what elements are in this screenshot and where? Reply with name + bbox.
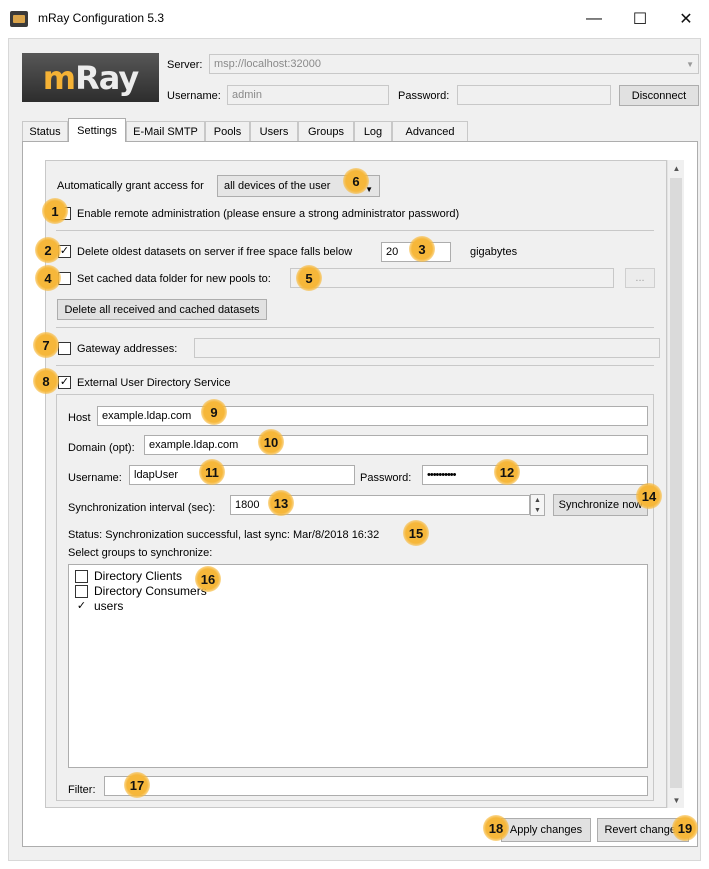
callout-badge: 9	[201, 399, 227, 425]
minimize-button[interactable]: —	[571, 4, 617, 34]
tab-groups[interactable]: Groups	[298, 121, 354, 141]
browse-button[interactable]: ...	[625, 268, 655, 288]
callout-badge: 14	[636, 483, 662, 509]
cache-folder-label: Set cached data folder for new pools to:	[77, 273, 271, 285]
callout-badge: 4	[35, 265, 61, 291]
scroll-down-icon[interactable]: ▼	[668, 792, 685, 808]
ldap-password-input[interactable]: ••••••••••	[422, 465, 648, 485]
tab-pools[interactable]: Pools	[205, 121, 250, 141]
callout-badge: 18	[483, 815, 509, 841]
sync-interval-spinner[interactable]: ▲ ▼	[530, 494, 545, 516]
server-label: Server:	[167, 59, 203, 71]
delete-oldest-label: Delete oldest datasets on server if free…	[77, 246, 353, 258]
group-checkbox[interactable]	[75, 584, 88, 598]
callout-badge: 17	[124, 772, 150, 798]
gateway-input[interactable]	[194, 338, 660, 358]
password-field[interactable]	[457, 85, 611, 105]
callout-badge: 10	[258, 429, 284, 455]
username-field[interactable]: admin	[227, 85, 389, 105]
callout-badge: 12	[494, 459, 520, 485]
remote-admin-label: Enable remote administration (please ens…	[77, 208, 460, 220]
tab-log[interactable]: Log	[354, 121, 392, 141]
groups-list[interactable]: Directory Clients Directory Consumers ✓ …	[68, 564, 648, 768]
callout-badge: 19	[672, 815, 698, 841]
grant-access-label: Automatically grant access for	[57, 180, 204, 192]
tab-settings[interactable]: Settings	[68, 118, 126, 142]
list-item[interactable]: Directory Consumers	[75, 584, 207, 598]
delete-all-datasets-button[interactable]: Delete all received and cached datasets	[57, 299, 267, 320]
synchronize-now-button[interactable]: Synchronize now	[553, 494, 648, 516]
sync-interval-label: Synchronization interval (sec):	[68, 502, 216, 514]
ldap-checkbox[interactable]: ✓	[58, 376, 71, 389]
domain-input[interactable]: example.ldap.com	[144, 435, 648, 455]
filter-input[interactable]	[104, 776, 648, 796]
app-icon	[10, 11, 28, 27]
callout-badge: 16	[195, 566, 221, 592]
callout-badge: 15	[403, 520, 429, 546]
window-title: mRay Configuration 5.3	[38, 11, 165, 25]
gateway-checkbox[interactable]	[58, 342, 71, 355]
scroll-thumb[interactable]	[670, 178, 682, 788]
list-item[interactable]: ✓ users	[75, 599, 123, 613]
callout-badge: 11	[199, 459, 225, 485]
host-label: Host	[68, 412, 91, 424]
callout-badge: 2	[35, 237, 61, 263]
scroll-up-icon[interactable]: ▲	[668, 160, 685, 176]
close-button[interactable]: ✕	[663, 4, 709, 34]
group-checkbox[interactable]: ✓	[75, 600, 88, 613]
separator	[56, 230, 654, 231]
callout-badge: 13	[268, 490, 294, 516]
spin-down-icon[interactable]: ▼	[531, 505, 544, 515]
tab-status[interactable]: Status	[22, 121, 68, 141]
tab-users[interactable]: Users	[250, 121, 298, 141]
vertical-scrollbar[interactable]: ▲ ▼	[667, 160, 684, 808]
username-label: Username:	[167, 90, 221, 102]
callout-badge: 3	[409, 236, 435, 262]
group-checkbox[interactable]	[75, 569, 88, 583]
separator	[56, 365, 654, 366]
filter-label: Filter:	[68, 784, 96, 796]
apply-changes-button[interactable]: Apply changes	[501, 818, 591, 842]
maximize-button[interactable]: ☐	[617, 4, 663, 34]
ldap-label: External User Directory Service	[77, 377, 231, 389]
callout-badge: 6	[343, 168, 369, 194]
server-field[interactable]: msp://localhost:32000 ▼	[209, 54, 699, 74]
host-input[interactable]: example.ldap.com	[97, 406, 648, 426]
select-groups-label: Select groups to synchronize:	[68, 547, 213, 559]
separator	[56, 327, 654, 328]
gateway-label: Gateway addresses:	[77, 343, 178, 355]
gigabytes-unit: gigabytes	[470, 246, 518, 258]
title-bar: mRay Configuration 5.3 — ☐ ✕	[0, 0, 709, 38]
tab-advanced[interactable]: Advanced	[392, 121, 468, 141]
ldap-password-label: Password:	[360, 472, 412, 484]
tab-email-smtp[interactable]: E-Mail SMTP	[126, 121, 205, 141]
callout-badge: 5	[296, 265, 322, 291]
cache-folder-input[interactable]	[290, 268, 614, 288]
list-item[interactable]: Directory Clients	[75, 569, 182, 583]
disconnect-button[interactable]: Disconnect	[619, 85, 699, 106]
callout-badge: 7	[33, 332, 59, 358]
spin-up-icon[interactable]: ▲	[531, 495, 544, 505]
mray-logo: m Ray	[22, 53, 159, 102]
chevron-down-icon: ▼	[686, 60, 694, 69]
ldap-username-label: Username:	[68, 472, 122, 484]
sync-status-text: Status: Synchronization successful, last…	[68, 529, 380, 541]
callout-badge: 8	[33, 368, 59, 394]
domain-label: Domain (opt):	[68, 442, 135, 454]
callout-badge: 1	[42, 198, 68, 224]
password-label: Password:	[398, 90, 450, 102]
ldap-username-input[interactable]: ldapUser	[129, 465, 355, 485]
